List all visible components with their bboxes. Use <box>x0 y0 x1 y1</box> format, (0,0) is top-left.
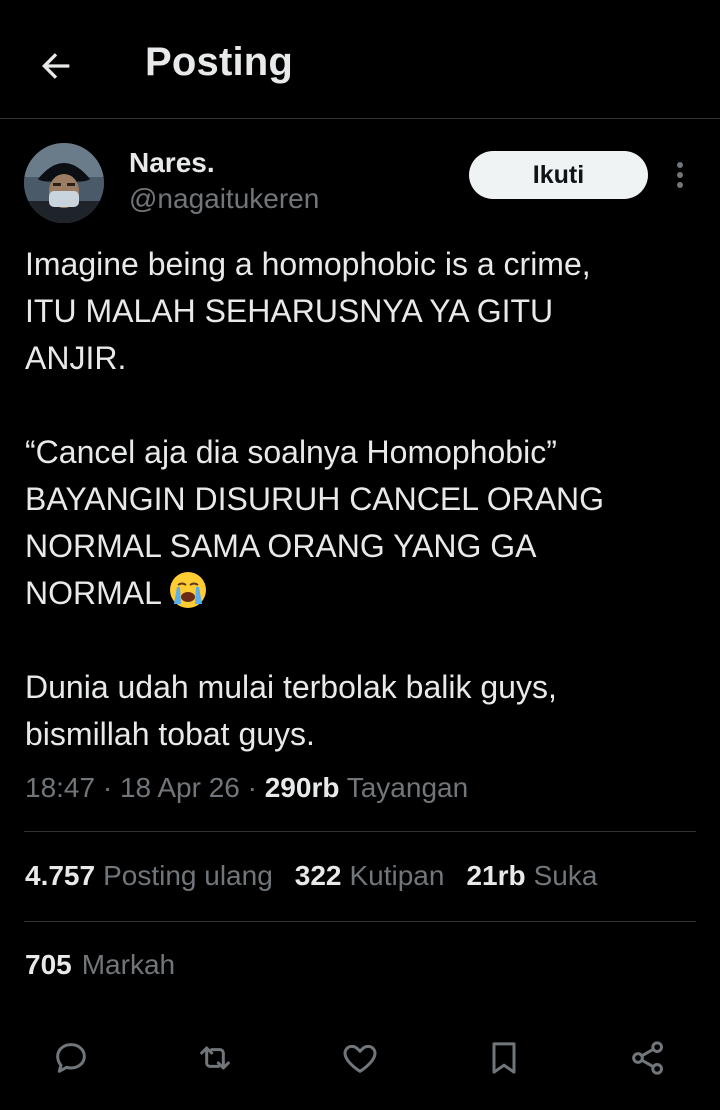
bookmark-icon <box>492 1042 516 1074</box>
top-app-bar: Posting <box>0 0 720 119</box>
quotes-count: 322 <box>294 860 342 891</box>
tweet-paragraph-text: “Cancel aja dia soalnya Homophobic” BAYA… <box>25 434 605 611</box>
author-handle[interactable]: @nagaitukeren <box>129 183 319 215</box>
tweet-date[interactable]: 18 Apr 26 <box>120 772 240 803</box>
more-vertical-icon <box>677 162 683 188</box>
tweet-paragraph: Dunia udah mulai terbolak balik guys, bi… <box>25 669 557 752</box>
meta-separator: · <box>95 772 120 803</box>
bookmarks-count: 705 <box>25 949 72 980</box>
tweet-time[interactable]: 18:47 <box>25 772 95 803</box>
bookmark-button[interactable] <box>482 1036 526 1080</box>
tweet-meta: 18:47 · 18 Apr 26 · 290rb Tayangan <box>25 772 468 804</box>
divider <box>24 921 696 922</box>
share-icon <box>632 1041 663 1075</box>
page-title: Posting <box>145 40 294 84</box>
likes-label: Suka <box>533 860 598 891</box>
views-count[interactable]: 290rb <box>265 772 340 803</box>
likes-count: 21rb <box>466 860 526 891</box>
loudly-crying-face-emoji <box>168 570 208 610</box>
arrow-left-icon <box>42 53 70 79</box>
avatar-photo <box>24 143 104 223</box>
bookmarks-label: Markah <box>81 949 176 980</box>
likes-stat[interactable]: 21rb Suka <box>466 860 597 892</box>
engagement-stats: 4.757 Posting ulang 322 Kutipan 21rb Suka <box>25 860 619 892</box>
more-options-button[interactable] <box>665 157 695 193</box>
avatar[interactable] <box>24 143 104 223</box>
reposts-count: 4.757 <box>25 860 96 891</box>
reposts-label: Posting ulang <box>103 860 273 891</box>
reply-icon <box>56 1043 86 1073</box>
repost-icon <box>200 1046 230 1070</box>
like-icon <box>343 1044 377 1073</box>
tweet-text: Imagine being a homophobic is a crime, I… <box>25 241 695 758</box>
views-label[interactable]: Tayangan <box>347 772 468 803</box>
reposts-stat[interactable]: 4.757 Posting ulang <box>25 860 273 892</box>
quotes-label: Kutipan <box>349 860 445 891</box>
quotes-stat[interactable]: 322 Kutipan <box>295 860 445 892</box>
author-name[interactable]: Nares. <box>129 147 215 179</box>
bookmarks-stat[interactable]: 705 Markah <box>25 949 175 981</box>
follow-button[interactable]: Ikuti <box>469 151 648 199</box>
meta-separator: · <box>239 772 265 803</box>
back-button[interactable] <box>34 44 78 88</box>
like-button[interactable] <box>338 1036 382 1080</box>
tweet-paragraph: “Cancel aja dia soalnya Homophobic” BAYA… <box>25 429 695 617</box>
share-button[interactable] <box>626 1036 670 1080</box>
divider <box>24 831 696 832</box>
repost-button[interactable] <box>193 1036 237 1080</box>
tweet-paragraph: Imagine being a homophobic is a crime, I… <box>25 246 591 376</box>
reply-button[interactable] <box>49 1036 93 1080</box>
